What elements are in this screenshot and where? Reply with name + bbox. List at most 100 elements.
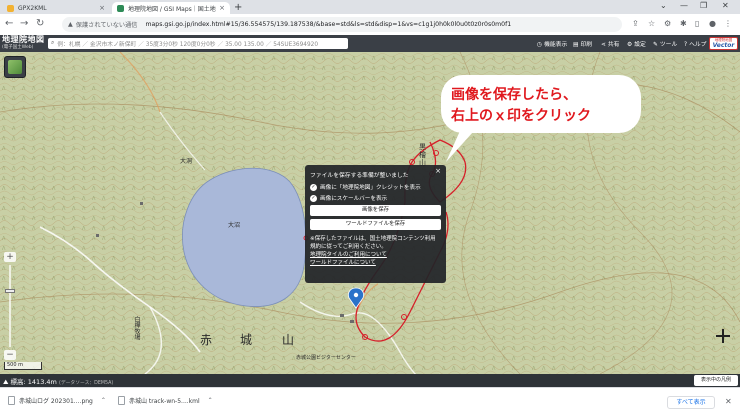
maximize-icon[interactable]: ❐ xyxy=(700,1,707,10)
check-icon: ✓ xyxy=(310,194,317,202)
security-label: 保護されていない通信 xyxy=(75,22,138,29)
zoom-slider[interactable] xyxy=(5,265,15,347)
world-file-link[interactable]: ワールドファイルについて xyxy=(310,259,441,267)
visitor-center-label: 赤城公園ビジターセンター xyxy=(296,355,356,361)
akagi-char-3: 山 xyxy=(282,333,295,347)
logo-line2: (電子国土Web) xyxy=(2,45,34,50)
tab-title: GPX2KML xyxy=(18,4,47,12)
tools-label: ツール xyxy=(659,42,678,48)
share-icon: ⋖ xyxy=(601,42,606,48)
scale-bar: 500 m xyxy=(4,362,42,370)
window-close-icon[interactable]: ✕ xyxy=(722,1,729,10)
reload-icon[interactable]: ↻ xyxy=(36,17,44,31)
dialog-title: ファイルを保存する準備が整いました xyxy=(310,173,409,179)
oono-label: 大洞 xyxy=(180,158,193,165)
shelf-close-icon[interactable]: ✕ xyxy=(725,397,732,406)
screen-mode-button[interactable]: ◷ 機能表示 xyxy=(537,39,567,48)
search-input[interactable]: ⌕ 例：札幌 ／ 金沢市木ノ新保町 ／ 35度3分0秒 120度0分0秒 ／ 3… xyxy=(48,38,348,49)
callout-text: 画像を保存したら、 右上のｘ印をクリック xyxy=(451,87,591,124)
download-name: 赤城山ログ 202301....png xyxy=(19,398,93,405)
share-label: 共有 xyxy=(607,42,620,48)
file-icon xyxy=(8,396,15,405)
window-dropdown-icon[interactable]: ⌄ xyxy=(660,1,667,10)
zoom-slider-thumb[interactable] xyxy=(5,289,15,293)
settings-button[interactable]: ⚙ 設定 xyxy=(627,39,646,48)
elevation-value: 標高: 1413.4m xyxy=(10,378,57,386)
download-item-png[interactable]: 赤城山ログ 202301....png ⌃ xyxy=(8,396,106,405)
check-icon: ✓ xyxy=(310,183,317,191)
download-name: 赤城山 track-wn-5....kml xyxy=(129,398,200,405)
show-all-button[interactable]: すべて表示 xyxy=(667,396,715,409)
zoom-control: + − xyxy=(4,252,16,362)
tab-close-icon[interactable]: × xyxy=(219,4,225,12)
vector-button[interactable]: 地理院地図 Vector xyxy=(709,37,738,50)
help-label: ヘルプ xyxy=(689,42,707,48)
screen-icon: ◷ xyxy=(537,42,543,48)
scale-checkbox-label: 画像にスケールバーを表示 xyxy=(320,196,388,202)
bookmark-star-icon[interactable]: ☆ xyxy=(648,18,655,30)
tiles-usage-link[interactable]: 地理院タイルのご利用について xyxy=(310,251,441,259)
gsi-header: 地理院地図 (電子国土Web) ⌕ 例：札幌 ／ 金沢市木ノ新保町 ／ 35度3… xyxy=(0,35,740,52)
gsi-logo[interactable]: 地理院地図 (電子国土Web) xyxy=(2,36,45,52)
gear-extension-icon[interactable]: ⚙ xyxy=(664,18,671,30)
back-icon[interactable]: ← xyxy=(5,17,13,31)
akagi-char-1: 赤 xyxy=(200,333,213,347)
akagi-char-2: 城 xyxy=(240,333,253,347)
tools-button[interactable]: ✎ ツール xyxy=(653,39,677,48)
downloads-shelf: 赤城山ログ 202301....png ⌃ 赤城山 track-wn-5....… xyxy=(0,387,740,415)
gsi-footer: ⛰ 標高: 1413.4m (データソース：DEM5A) 表示中の凡例 xyxy=(0,374,740,387)
scale-checkbox[interactable]: ✓ 画像にスケールバーを表示 xyxy=(310,194,441,202)
tab-close-icon[interactable]: × xyxy=(99,4,105,12)
chevron-up-icon[interactable]: ⌃ xyxy=(101,397,106,404)
help-icon: ? xyxy=(684,42,688,48)
shirakaba-label: 白樺牧場 xyxy=(133,316,140,340)
credit-checkbox-label: 画像に「地理院地図」クレジットを表示 xyxy=(320,185,421,191)
new-tab-button[interactable]: + xyxy=(234,2,242,14)
credit-checkbox[interactable]: ✓ 画像に「地理院地図」クレジットを表示 xyxy=(310,183,441,191)
settings-label: 設定 xyxy=(634,42,646,48)
print-label: 印刷 xyxy=(580,42,593,48)
browser-toolbar: ← → ↻ ▲ 保護されていない通信 maps.gsi.go.jp/index.… xyxy=(0,14,740,35)
share-page-icon[interactable]: ⇪ xyxy=(632,18,639,30)
tab-strip: GPX2KML × 地理院地図 / GSI Maps｜国土地… × + ⌄ — … xyxy=(0,0,740,14)
save-image-button[interactable]: 画像を保存 xyxy=(310,205,441,216)
legend-button[interactable]: 表示中の凡例 xyxy=(694,375,738,386)
zoom-in-button[interactable]: + xyxy=(4,252,16,262)
avatar[interactable]: ● xyxy=(709,18,716,30)
search-placeholder: 例：札幌 ／ 金沢市木ノ新保町 ／ 35度3分0秒 120度0分0秒 ／ 35.… xyxy=(57,42,319,48)
sidepanel-icon[interactable]: ▯ xyxy=(695,18,699,30)
screen: GPX2KML × 地理院地図 / GSI Maps｜国土地… × + ⌄ — … xyxy=(0,0,740,415)
dialog-close-button[interactable]: × xyxy=(435,167,441,175)
vector-line2: Vector xyxy=(712,42,735,49)
browser-menu-icon[interactable]: ⋮ xyxy=(724,18,732,30)
layer-icon xyxy=(8,60,22,74)
share-button[interactable]: ⋖ 共有 xyxy=(601,39,619,48)
layer-button[interactable] xyxy=(4,56,26,78)
url-text: maps.gsi.go.jp/index.html#15/36.554575/1… xyxy=(145,21,512,28)
search-icon: ⌕ xyxy=(51,40,55,46)
dialog-note: ※保存したファイルは、国土地理院コンテンツ利用規約に従ってご利用ください。 xyxy=(310,236,436,250)
tab-gpx2kml[interactable]: GPX2KML × xyxy=(2,2,110,14)
kurobi-label: 黒檜山 xyxy=(419,143,426,167)
warning-icon: ▲ xyxy=(68,21,73,28)
tools-icon: ✎ xyxy=(653,42,658,48)
chevron-up-icon[interactable]: ⌃ xyxy=(208,397,213,404)
elevation-source: (データソース：DEM5A) xyxy=(58,381,114,386)
print-button[interactable]: ▤ 印刷 xyxy=(573,39,592,48)
download-item-kml[interactable]: 赤城山 track-wn-5....kml ⌃ xyxy=(118,396,213,405)
save-world-file-button[interactable]: ワールドファイルを保存 xyxy=(310,219,441,230)
settings-icon: ⚙ xyxy=(627,42,633,48)
zoom-out-button[interactable]: − xyxy=(4,350,16,360)
crosshair-icon xyxy=(716,329,730,343)
extensions-icon[interactable]: ✱ xyxy=(680,18,687,30)
tab-gsi-maps[interactable]: 地理院地図 / GSI Maps｜国土地… × xyxy=(112,2,230,14)
elevation-icon: ⛰ xyxy=(3,378,11,386)
help-button[interactable]: ? ヘルプ xyxy=(684,39,706,48)
forward-icon[interactable]: → xyxy=(20,17,28,31)
minimize-icon[interactable]: — xyxy=(680,1,688,10)
screen-label: 機能表示 xyxy=(544,42,568,48)
print-icon: ▤ xyxy=(573,42,579,48)
address-bar[interactable]: ▲ 保護されていない通信 maps.gsi.go.jp/index.html#1… xyxy=(62,17,622,32)
gpx2kml-favicon-icon xyxy=(7,4,14,12)
save-dialog: × ファイルを保存する準備が整いました ✓ 画像に「地理院地図」クレジットを表示… xyxy=(305,165,446,283)
